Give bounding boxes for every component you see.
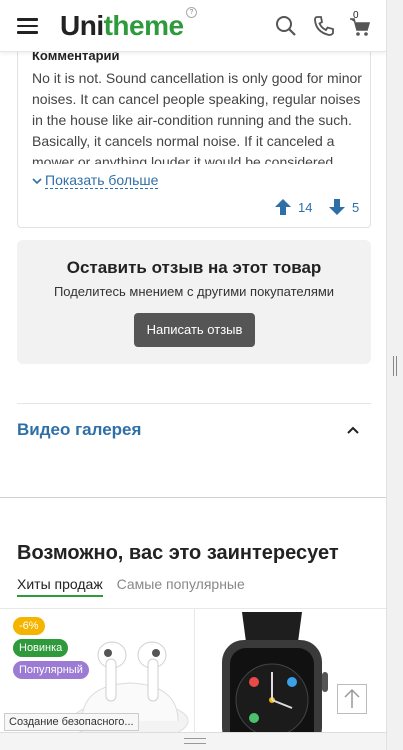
site-header: Unitheme ? 0 <box>0 0 386 52</box>
discount-badge: -6% <box>13 617 45 635</box>
resize-grip[interactable] <box>184 738 206 744</box>
menu-icon[interactable] <box>17 18 38 34</box>
scroll-to-top-button[interactable] <box>337 684 367 714</box>
vote-up-count: 14 <box>298 199 313 215</box>
leave-review-box: Оставить отзыв на этот товар Поделитесь … <box>17 240 371 364</box>
show-more-link[interactable]: Показать больше <box>32 172 159 189</box>
video-gallery-title[interactable]: Видео галерея <box>17 420 141 440</box>
arrow-down-icon <box>329 199 345 215</box>
product-grid-separator <box>194 608 195 750</box>
recommendations-title: Возможно, вас это заинтересует <box>17 542 339 564</box>
tab-most-popular[interactable]: Самые популярные <box>117 576 245 595</box>
chevron-up-icon[interactable] <box>346 423 360 437</box>
arrow-up-icon <box>275 199 291 215</box>
arrow-up-icon <box>344 688 360 708</box>
leave-review-title: Оставить отзыв на этот товар <box>66 258 322 277</box>
scrollbar[interactable] <box>386 0 403 750</box>
vote-down-button[interactable]: 5 <box>328 198 359 216</box>
phone-icon[interactable] <box>312 14 336 38</box>
site-logo[interactable]: Unitheme <box>60 10 184 42</box>
divider <box>17 403 371 404</box>
review-comment-text: No it is not. Sound cancellation is only… <box>32 70 362 164</box>
section-divider <box>0 497 386 498</box>
apple-watch-product-image[interactable] <box>212 612 332 750</box>
search-icon[interactable] <box>274 14 298 38</box>
cart-count: 0 <box>353 10 359 21</box>
recommendations-tabs: Хиты продаж Самые популярные <box>17 576 255 597</box>
write-review-button[interactable]: Написать отзыв <box>134 313 255 347</box>
tab-bestsellers[interactable]: Хиты продаж <box>17 576 103 597</box>
logo-badge: ? <box>186 7 197 18</box>
scrollbar-grip[interactable] <box>393 356 397 376</box>
product-grid-border <box>0 608 386 609</box>
status-tooltip: Создание безопасного... <box>4 713 139 731</box>
page-frame: Комментарий No it is not. Sound cancella… <box>0 0 386 750</box>
review-card: Комментарий No it is not. Sound cancella… <box>17 36 371 228</box>
chevron-down-icon <box>32 178 42 185</box>
leave-review-subtitle: Поделитесь мнением с другими покупателям… <box>53 284 335 299</box>
vote-down-count: 5 <box>352 199 360 215</box>
show-more-label: Показать больше <box>45 172 159 189</box>
vote-up-button[interactable]: 14 <box>274 198 312 216</box>
cart-icon[interactable] <box>348 14 372 38</box>
